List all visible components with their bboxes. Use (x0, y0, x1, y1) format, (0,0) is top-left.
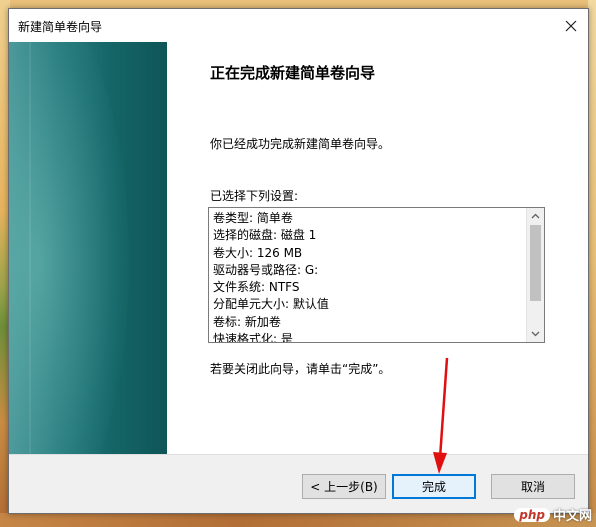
wizard-footer: < 上一步(B) 完成 取消 (9, 454, 588, 513)
desktop-background-right (588, 0, 596, 527)
close-button[interactable] (554, 9, 588, 42)
settings-label: 已选择下列设置: (210, 189, 299, 203)
vertical-scrollbar[interactable] (526, 208, 544, 342)
list-item: 选择的磁盘: 磁盘 1 (213, 228, 317, 243)
list-item: 快速格式化: 是 (213, 332, 293, 343)
success-message: 你已经成功完成新建简单卷向导。 (210, 137, 391, 151)
close-icon (565, 20, 577, 31)
desktop-background-bottom (0, 513, 596, 527)
scroll-down-button[interactable] (527, 325, 544, 342)
watermark: php 中文网 (514, 505, 592, 524)
chevron-up-icon (531, 213, 540, 219)
page-title: 正在完成新建简单卷向导 (210, 64, 376, 82)
window-title: 新建简单卷向导 (18, 20, 103, 34)
watermark-logo: php (514, 507, 550, 522)
list-item: 卷大小: 126 MB (213, 245, 303, 260)
chevron-down-icon (531, 331, 540, 337)
watermark-text: 中文网 (552, 509, 592, 524)
settings-list: 卷类型: 简单卷 选择的磁盘: 磁盘 1 卷大小: 126 MB 驱动器号或路径… (213, 210, 526, 343)
list-item: 文件系统: NTFS (213, 280, 300, 295)
back-button[interactable]: < 上一步(B) (302, 474, 386, 499)
finish-button[interactable]: 完成 (392, 474, 476, 499)
wizard-window: 新建简单卷向导 正在完成新建简单卷向导 你已经成功完成新建简单卷向导。 已选择下… (8, 8, 589, 514)
scroll-thumb[interactable] (530, 225, 541, 301)
list-item: 卷标: 新加卷 (213, 314, 281, 329)
settings-summary-box[interactable]: 卷类型: 简单卷 选择的磁盘: 磁盘 1 卷大小: 126 MB 驱动器号或路径… (208, 207, 545, 343)
list-item: 驱动器号或路径: G: (213, 262, 319, 277)
scroll-up-button[interactable] (527, 208, 544, 225)
wizard-sidebar-banner (9, 42, 167, 454)
title-bar[interactable]: 新建简单卷向导 (9, 9, 588, 42)
list-item: 分配单元大小: 默认值 (213, 297, 329, 312)
finish-hint: 若要关闭此向导，请单击“完成”。 (210, 362, 391, 376)
cancel-button[interactable]: 取消 (491, 474, 575, 499)
wizard-content: 正在完成新建简单卷向导 你已经成功完成新建简单卷向导。 已选择下列设置: 卷类型… (167, 42, 588, 454)
list-item: 卷类型: 简单卷 (213, 211, 293, 225)
